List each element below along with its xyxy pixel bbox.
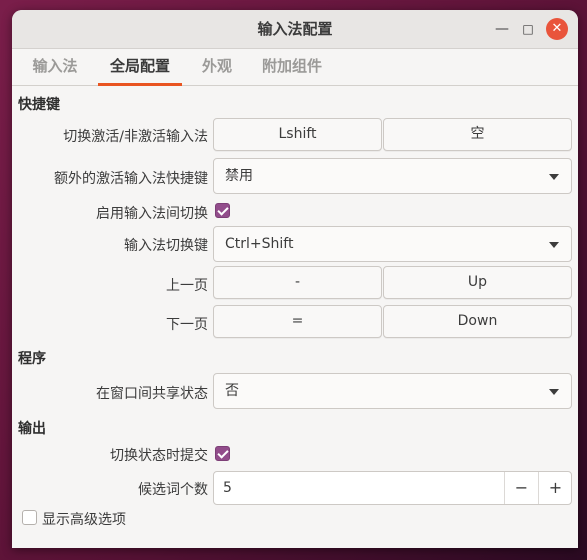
commit-on-switch-checkbox[interactable]: [215, 446, 230, 461]
increment-button[interactable]: +: [538, 472, 572, 504]
enable-switch-checkbox[interactable]: [215, 203, 230, 218]
extra-hotkey-value: 禁用: [225, 168, 253, 184]
next-page-label: 下一页: [166, 317, 208, 333]
show-advanced-checkbox[interactable]: [22, 510, 37, 525]
enable-switch-label: 启用输入法间切换: [96, 206, 208, 222]
tab-input-methods[interactable]: 输入法: [20, 48, 90, 85]
toggle-ime-key2-button[interactable]: 空: [383, 118, 572, 151]
share-state-dropdown[interactable]: 否: [213, 373, 572, 409]
close-button[interactable]: ✕: [546, 18, 568, 40]
switch-key-dropdown[interactable]: Ctrl+Shift: [213, 226, 572, 262]
show-advanced-label[interactable]: 显示高级选项: [42, 509, 126, 529]
switch-key-value: Ctrl+Shift: [225, 236, 294, 252]
decrement-button[interactable]: −: [504, 472, 538, 504]
tab-global-config[interactable]: 全局配置: [98, 48, 182, 86]
switch-key-label: 输入法切换键: [124, 238, 208, 254]
dropdown-arrow-icon: [549, 174, 559, 180]
toggle-ime-key1-button[interactable]: Lshift: [213, 118, 382, 151]
next-page-key2-button[interactable]: Down: [383, 305, 572, 338]
section-program-title: 程序: [18, 351, 46, 367]
input-method-config-window: 输入法配置 — □ ✕ 输入法 全局配置 外观 附加组件 快捷键 切换激活/非激…: [12, 10, 578, 548]
tab-bar: 输入法 全局配置 外观 附加组件: [12, 48, 578, 86]
title-bar: 输入法配置 — □ ✕: [12, 10, 578, 49]
candidate-count-spinbox[interactable]: 5 − +: [213, 471, 572, 505]
tab-appearance[interactable]: 外观: [190, 48, 244, 85]
candidate-count-value[interactable]: 5: [223, 472, 232, 504]
prev-page-label: 上一页: [166, 278, 208, 294]
share-state-value: 否: [225, 383, 239, 399]
prev-page-key2-button[interactable]: Up: [383, 266, 572, 299]
maximize-button[interactable]: □: [517, 18, 539, 40]
dropdown-arrow-icon: [549, 389, 559, 395]
commit-on-switch-label: 切换状态时提交: [110, 448, 208, 464]
share-state-label: 在窗口间共享状态: [96, 386, 208, 402]
candidate-count-label: 候选词个数: [138, 482, 208, 498]
section-hotkeys-title: 快捷键: [18, 97, 60, 113]
dropdown-arrow-icon: [549, 242, 559, 248]
minimize-button[interactable]: —: [491, 18, 513, 40]
extra-hotkey-dropdown[interactable]: 禁用: [213, 158, 572, 194]
next-page-key1-button[interactable]: =: [213, 305, 382, 338]
toggle-ime-label: 切换激活/非激活输入法: [63, 129, 208, 145]
tab-addons[interactable]: 附加组件: [252, 48, 332, 85]
prev-page-key1-button[interactable]: -: [213, 266, 382, 299]
extra-hotkey-label: 额外的激活输入法快捷键: [54, 171, 208, 187]
section-output-title: 输出: [18, 421, 46, 437]
